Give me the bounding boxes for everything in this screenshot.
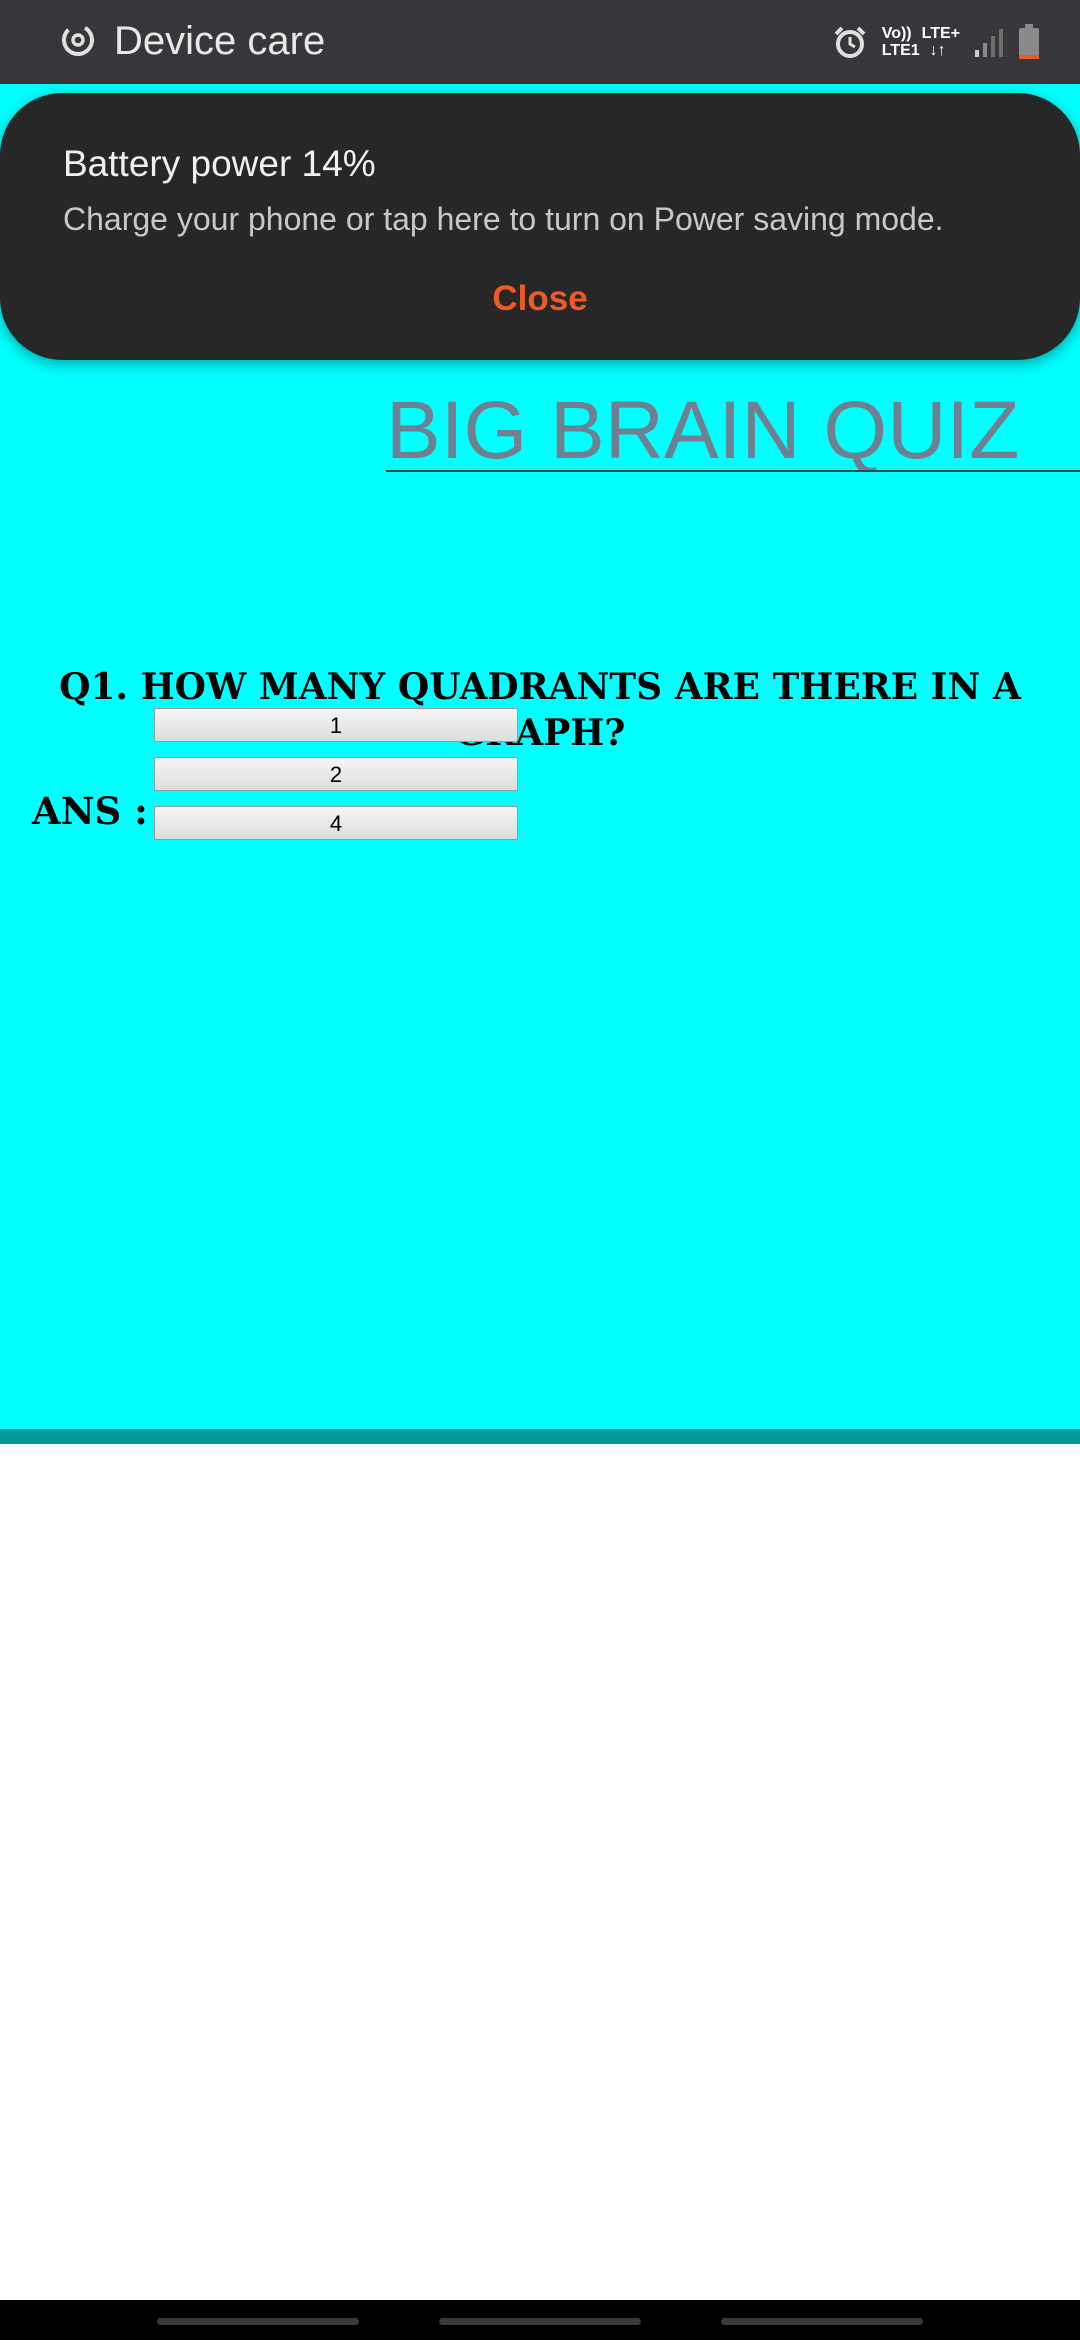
nav-back-handle[interactable] (721, 2318, 923, 2325)
status-app-name: Device care (114, 19, 326, 63)
lte-plus-indicator: LTE+ (921, 25, 960, 42)
answer-label: ANS : (32, 789, 148, 833)
battery-notification[interactable]: Battery power 14% Charge your phone or t… (0, 93, 1080, 360)
screen: BIG BRAIN QUIZ Q1. HOW MANY QUADRANTS AR… (0, 0, 1080, 2340)
network-status: Vo)) LTE+ LTE1 ↓↑ (882, 25, 960, 59)
answer-option-2-button[interactable]: 2 (154, 757, 518, 791)
nav-home-handle[interactable] (439, 2318, 641, 2325)
nav-recents-handle[interactable] (157, 2318, 359, 2325)
status-icons: Vo)) LTE+ LTE1 ↓↑ (832, 18, 1040, 66)
page-bottom-divider (0, 1429, 1080, 1444)
data-activity-indicator: ↓↑ (929, 42, 946, 59)
close-button[interactable]: Close (440, 277, 640, 321)
lte1-indicator: LTE1 (881, 42, 920, 59)
alarm-icon (834, 26, 866, 58)
notification-title: Battery power 14% (63, 143, 376, 184)
answer-option-4-button[interactable]: 4 (154, 806, 518, 840)
navigation-bar (0, 2300, 1080, 2340)
quiz-title: BIG BRAIN QUIZ (386, 385, 1020, 472)
notification-body[interactable]: Charge your phone or tap here to turn on… (63, 199, 944, 239)
signal-strength-icon (975, 29, 1003, 57)
volte-indicator: Vo)) (881, 25, 912, 42)
status-bar: Device care Vo)) LTE+ LTE1 ↓↑ (0, 0, 1080, 84)
device-care-icon (62, 24, 94, 56)
battery-icon (1019, 24, 1039, 59)
answer-option-1-button[interactable]: 1 (154, 708, 518, 742)
